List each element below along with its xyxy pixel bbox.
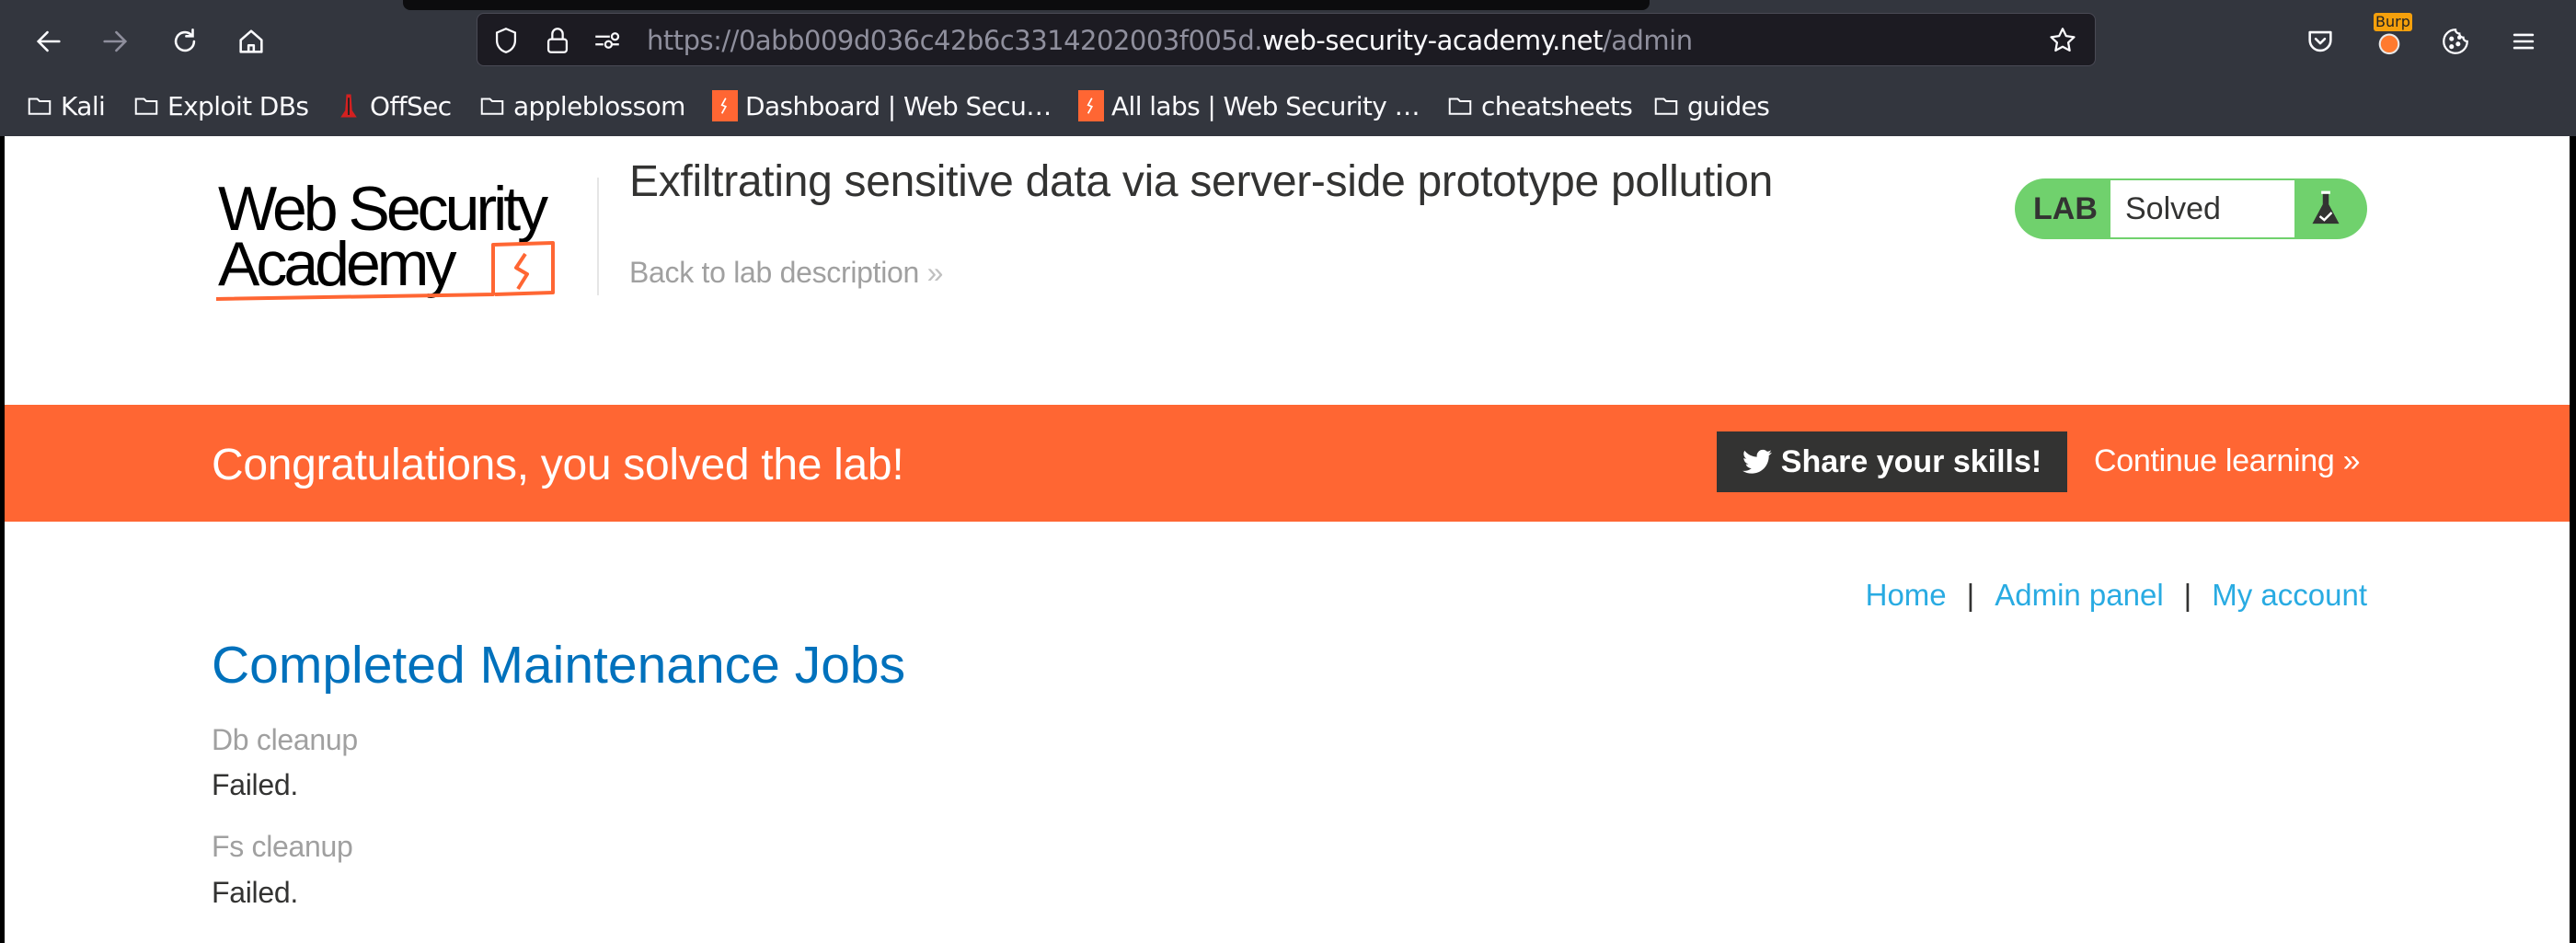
bookmark-cheatsheets[interactable]: cheatsheets (1446, 88, 1633, 123)
bookmark-kali[interactable]: Kali (26, 88, 106, 123)
job-status: Failed. (212, 768, 298, 801)
bookmarks-bar: Kali Exploit DBs OffSec appleblossom Das… (0, 77, 2576, 134)
nav-link-my-account[interactable]: My account (2212, 578, 2367, 613)
arrow-left-icon (36, 30, 61, 52)
twitter-icon (1742, 449, 1772, 474)
continue-learning-label: Continue learning (2094, 443, 2335, 478)
back-button[interactable] (26, 18, 72, 64)
share-skills-button[interactable]: Share your skills! (1717, 431, 2067, 492)
job-name: Db cleanup (212, 723, 358, 756)
browser-toolbar: https://0abb009d036c42b6c3314202003f005d… (0, 0, 2576, 136)
solved-banner: Congratulations, you solved the lab! Sha… (5, 405, 2570, 522)
folder-icon (1654, 98, 1678, 115)
bookmark-dashboard[interactable]: Dashboard | Web Secu… (712, 88, 1052, 123)
url-path: /admin (1602, 25, 1693, 56)
flask-check-icon (2312, 190, 2340, 224)
bookmark-label: OffSec (370, 90, 452, 121)
folder-icon (480, 98, 504, 115)
header-divider (597, 178, 599, 295)
bookmark-star-icon[interactable] (2047, 25, 2078, 56)
bookmark-label: All labs | Web Security … (1111, 90, 1420, 121)
continue-learning-link[interactable]: Continue learning » (2094, 443, 2360, 479)
hamburger-menu-icon (2513, 33, 2535, 50)
reload-icon (174, 28, 196, 52)
url-prefix: https://0abb009d036c42b6c3314202003f005d… (647, 25, 1262, 56)
job-name: Fs cleanup (212, 830, 353, 863)
menu-button[interactable] (2501, 18, 2547, 64)
bookmark-guides[interactable]: guides (1652, 88, 1770, 123)
folder-icon (28, 98, 52, 115)
lab-status-badge: LAB Solved (2015, 178, 2367, 239)
web-security-academy-logo[interactable]: Web Security Academy (214, 173, 592, 311)
url-text[interactable]: https://0abb009d036c42b6c3314202003f005d… (647, 25, 1693, 56)
cookie-extension-button[interactable] (2432, 18, 2478, 64)
back-to-lab-description-link[interactable]: Back to lab description » (629, 256, 943, 290)
lab-badge-label: LAB (2033, 191, 2098, 226)
share-button-label: Share your skills! (1780, 443, 2042, 479)
pocket-button[interactable] (2297, 18, 2343, 64)
bookmark-label: cheatsheets (1481, 90, 1633, 121)
bookmark-exploit-dbs[interactable]: Exploit DBs (132, 88, 309, 123)
offsec-icon (340, 94, 357, 118)
congratulations-message: Congratulations, you solved the lab! (212, 441, 904, 489)
portswigger-icon (712, 90, 738, 121)
logo-line2: Academy (218, 229, 456, 299)
page-title: Completed Maintenance Jobs (212, 636, 906, 695)
bookmark-label: Dashboard | Web Secu… (745, 90, 1052, 121)
url-host: web-security-academy.net (1261, 25, 1604, 56)
home-icon (239, 29, 263, 53)
home-button[interactable] (228, 18, 274, 64)
bookmark-label: appleblossom (513, 90, 685, 121)
lab-title: Exfiltrating sensitive data via server-s… (629, 157, 1774, 206)
url-bar[interactable]: https://0abb009d036c42b6c3314202003f005d… (477, 13, 2096, 66)
nav-separator: | (2183, 578, 2192, 612)
portswigger-icon (1078, 90, 1104, 121)
folder-icon (134, 98, 158, 115)
reload-button[interactable] (162, 18, 208, 64)
lightning-icon (514, 252, 529, 291)
bookmark-label: guides (1687, 90, 1770, 121)
cookie-icon (2443, 29, 2468, 54)
pocket-icon (2308, 30, 2332, 52)
double-chevron-right-icon: » (926, 256, 944, 289)
burp-badge: Burp (2374, 13, 2412, 31)
permissions-icon[interactable] (592, 25, 623, 56)
nav-separator: | (1966, 578, 1975, 612)
forward-button[interactable] (92, 18, 138, 64)
shield-icon[interactable] (490, 25, 522, 56)
nav-link-home[interactable]: Home (1866, 578, 1947, 613)
bookmark-label: Kali (61, 90, 106, 121)
double-chevron-right-icon: » (2342, 443, 2361, 478)
top-nav-links: Home | Admin panel | My account (1866, 578, 2367, 613)
arrow-right-icon (103, 30, 128, 52)
bookmark-all-labs[interactable]: All labs | Web Security … (1078, 88, 1420, 123)
back-link-label: Back to lab description (629, 256, 920, 289)
lab-status-value: Solved (2110, 180, 2294, 237)
lock-icon[interactable] (542, 25, 573, 56)
bookmark-label: Exploit DBs (167, 90, 309, 121)
active-tab[interactable] (403, 0, 1650, 10)
page-content: Web Security Academy Exfiltrating sensit… (5, 136, 2570, 943)
folder-icon (1448, 98, 1472, 115)
bookmark-offsec[interactable]: OffSec (335, 88, 452, 123)
job-status: Failed. (212, 876, 298, 909)
nav-link-admin-panel[interactable]: Admin panel (1995, 578, 2163, 613)
bookmark-appleblossom[interactable]: appleblossom (478, 88, 685, 123)
